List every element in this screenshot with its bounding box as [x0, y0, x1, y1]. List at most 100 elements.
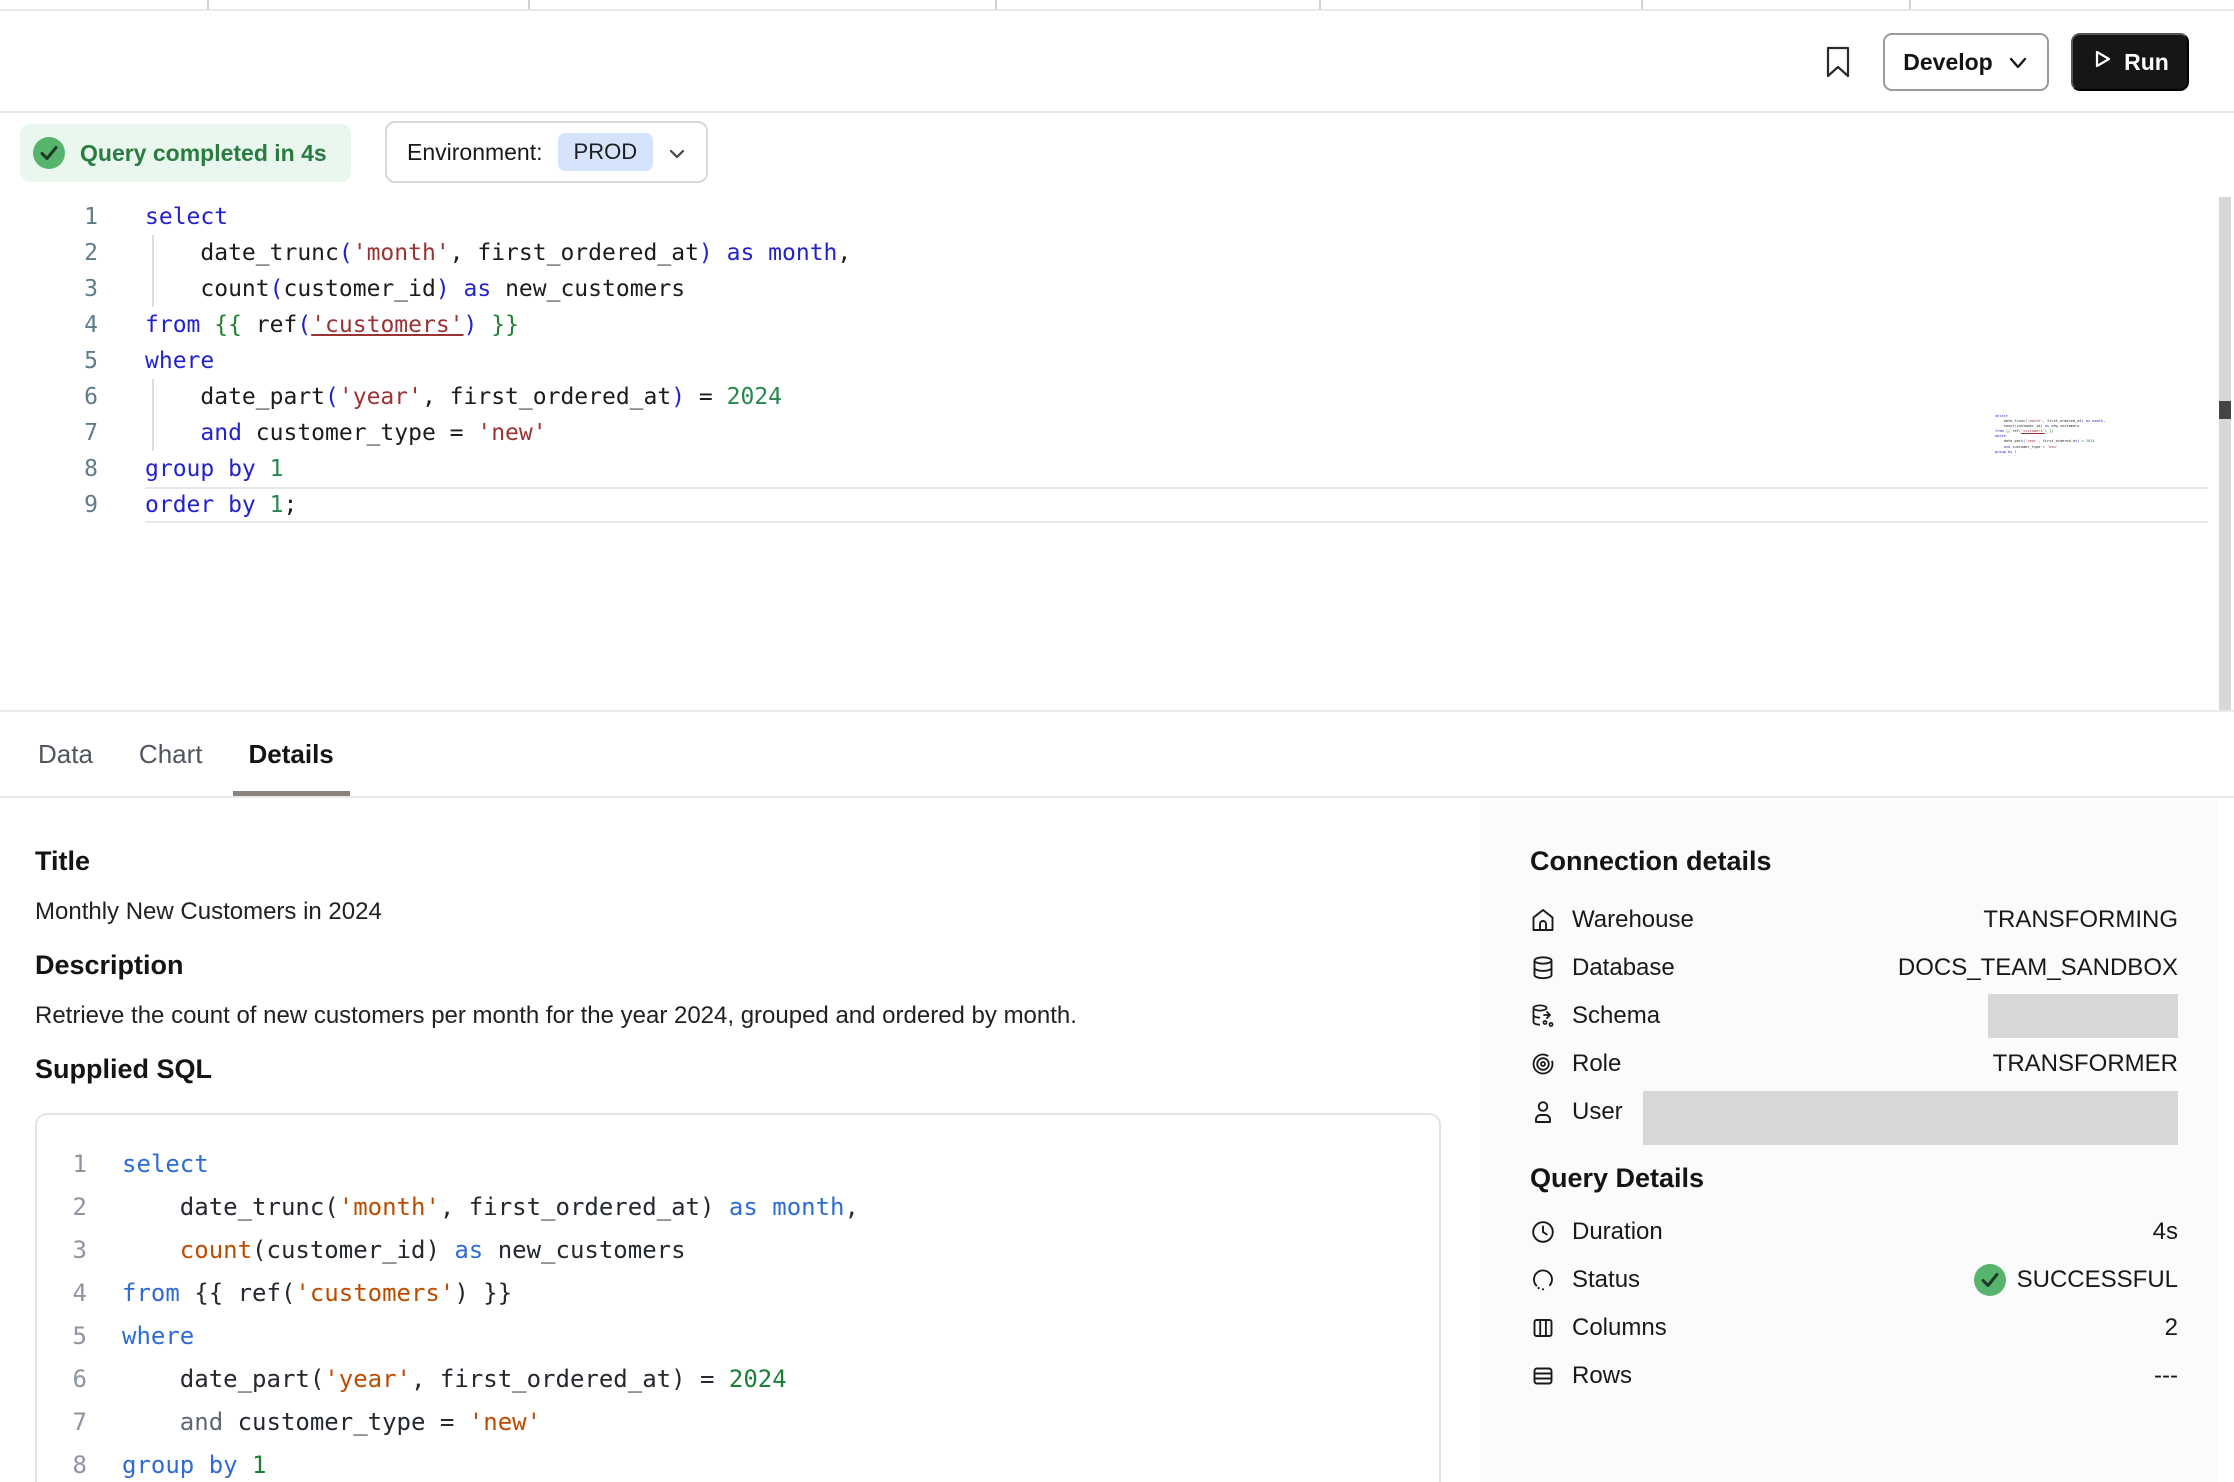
title-heading: Title [35, 846, 90, 877]
check-circle-icon [32, 136, 66, 170]
code-line: 1select [37, 1143, 1439, 1186]
results-tabbar: Data Chart Details [0, 710, 2234, 798]
details-content: Title Monthly New Customers in 2024 Desc… [0, 800, 2234, 1482]
tab-chart[interactable]: Chart [139, 712, 203, 796]
editor-minimap[interactable]: select date_trunc('month', first_ordered… [1995, 398, 2107, 456]
code-line: 7 and customer_type = 'new' [37, 1401, 1439, 1444]
schema-redacted-value [1988, 994, 2178, 1038]
develop-dropdown-button[interactable]: Develop [1883, 33, 2049, 91]
user-row: User [1530, 1088, 2178, 1136]
query-details-heading: Query Details [1530, 1163, 1704, 1194]
run-button[interactable]: Run [2071, 33, 2189, 91]
query-details-rows: Duration 4s Status SUCCESSFUL Columns 2 Rows --… [1530, 1208, 2178, 1400]
rows-value: --- [2154, 1362, 2178, 1390]
rows-row: Rows --- [1530, 1352, 2178, 1400]
tab-divider [1641, 0, 1643, 9]
tab-details[interactable]: Details [249, 712, 334, 796]
rows-label: Rows [1572, 1362, 1632, 1390]
query-status-text: Query completed in 4s [80, 140, 327, 167]
code-line: 2 date_trunc('month', first_ordered_at) … [0, 235, 2210, 271]
role-row: Role TRANSFORMER [1530, 1040, 2178, 1088]
columns-label: Columns [1572, 1314, 1667, 1342]
columns-icon [1530, 1315, 1556, 1341]
status-icon [1530, 1267, 1556, 1293]
bookmark-icon[interactable] [1824, 45, 1852, 79]
role-icon [1530, 1051, 1556, 1077]
environment-selector[interactable]: Environment: PROD [385, 121, 708, 183]
tab-data[interactable]: Data [38, 712, 93, 796]
code-line: 8group by 1 [37, 1444, 1439, 1482]
status-success-badge: SUCCESSFUL [1973, 1263, 2178, 1297]
code-line: 5where [37, 1315, 1439, 1358]
supplied-sql-heading: Supplied SQL [35, 1054, 212, 1085]
role-value: TRANSFORMER [1993, 1050, 2178, 1078]
status-value: SUCCESSFUL [2017, 1266, 2178, 1294]
chevron-down-icon [668, 139, 686, 166]
code-line: 6 date_part('year', first_ordered_at) = … [37, 1358, 1439, 1401]
tab-divider [1319, 0, 1321, 9]
warehouse-row: Warehouse TRANSFORMING [1530, 896, 2178, 944]
schema-icon [1530, 1003, 1556, 1029]
role-label: Role [1572, 1050, 1621, 1078]
code-line: 4from {{ ref('customers') }} [0, 307, 2210, 343]
duration-row: Duration 4s [1530, 1208, 2178, 1256]
columns-row: Columns 2 [1530, 1304, 2178, 1352]
develop-label: Develop [1903, 49, 1992, 76]
columns-value: 2 [2165, 1314, 2178, 1342]
user-redacted-value [1643, 1091, 2178, 1145]
duration-value: 4s [2153, 1218, 2178, 1246]
code-line: 5where [0, 343, 2210, 379]
code-line: 4from {{ ref('customers') }} [37, 1272, 1439, 1315]
database-value: DOCS_TEAM_SANDBOX [1898, 954, 2178, 982]
description-value: Retrieve the count of new customers per … [35, 1002, 1077, 1030]
tab-divider [995, 0, 997, 9]
description-heading: Description [35, 950, 184, 981]
header-bar: Develop Run [0, 11, 2234, 113]
database-row: Database DOCS_TEAM_SANDBOX [1530, 944, 2178, 992]
app-window: Develop Run Query completed in 4s Enviro… [0, 0, 2234, 1482]
code-line: 2 date_trunc('month', first_ordered_at) … [37, 1186, 1439, 1229]
tab-divider [528, 0, 530, 9]
warehouse-value: TRANSFORMING [1983, 906, 2178, 934]
scrollbar-track[interactable] [2219, 197, 2231, 710]
schema-row: Schema [1530, 992, 2178, 1040]
code-line: 8group by 1 [0, 451, 2210, 487]
code-line: 9order by 1; [0, 487, 2210, 523]
scrollbar-thumb[interactable] [2219, 401, 2231, 419]
database-icon [1530, 955, 1556, 981]
code-line: 7 and customer_type = 'new' [0, 415, 2210, 451]
environment-value-pill: PROD [558, 133, 654, 171]
code-line: 3 count(customer_id) as new_customers [0, 271, 2210, 307]
top-tab-strip [0, 0, 2234, 11]
schema-label: Schema [1572, 1002, 1660, 1030]
warehouse-label: Warehouse [1572, 906, 1694, 934]
status-label: Status [1572, 1266, 1640, 1294]
sql-editor[interactable]: 1select2 date_trunc('month', first_order… [0, 195, 2234, 710]
status-row: Status SUCCESSFUL [1530, 1256, 2178, 1304]
supplied-sql-block: 1select2 date_trunc('month', first_order… [35, 1113, 1441, 1482]
details-right-panel: Connection details Warehouse TRANSFORMING… [1480, 800, 2218, 1482]
play-icon [2091, 48, 2113, 76]
run-label: Run [2124, 49, 2169, 76]
tab-divider [207, 0, 209, 9]
connection-details-rows: Warehouse TRANSFORMING Database DOCS_TEAM_S… [1530, 896, 2178, 1136]
duration-label: Duration [1572, 1218, 1663, 1246]
code-line: 3 count(customer_id) as new_customers [37, 1229, 1439, 1272]
code-line: 6 date_part('year', first_ordered_at) = … [0, 379, 2210, 415]
rows-icon [1530, 1363, 1556, 1389]
chevron-down-icon [2007, 49, 2029, 76]
environment-label: Environment: [407, 139, 543, 166]
editor-code: 1select2 date_trunc('month', first_order… [0, 199, 2210, 523]
code-line: 1select [0, 199, 2210, 235]
query-status-badge: Query completed in 4s [20, 124, 351, 182]
check-circle-icon [1973, 1263, 2007, 1297]
title-value: Monthly New Customers in 2024 [35, 898, 382, 926]
database-label: Database [1572, 954, 1675, 982]
user-icon [1530, 1099, 1556, 1125]
connection-details-heading: Connection details [1530, 846, 1772, 877]
tab-divider [1909, 0, 1911, 9]
duration-icon [1530, 1219, 1556, 1245]
user-label: User [1572, 1098, 1623, 1126]
warehouse-icon [1530, 907, 1556, 933]
details-left-pane: Title Monthly New Customers in 2024 Desc… [35, 800, 1445, 1482]
